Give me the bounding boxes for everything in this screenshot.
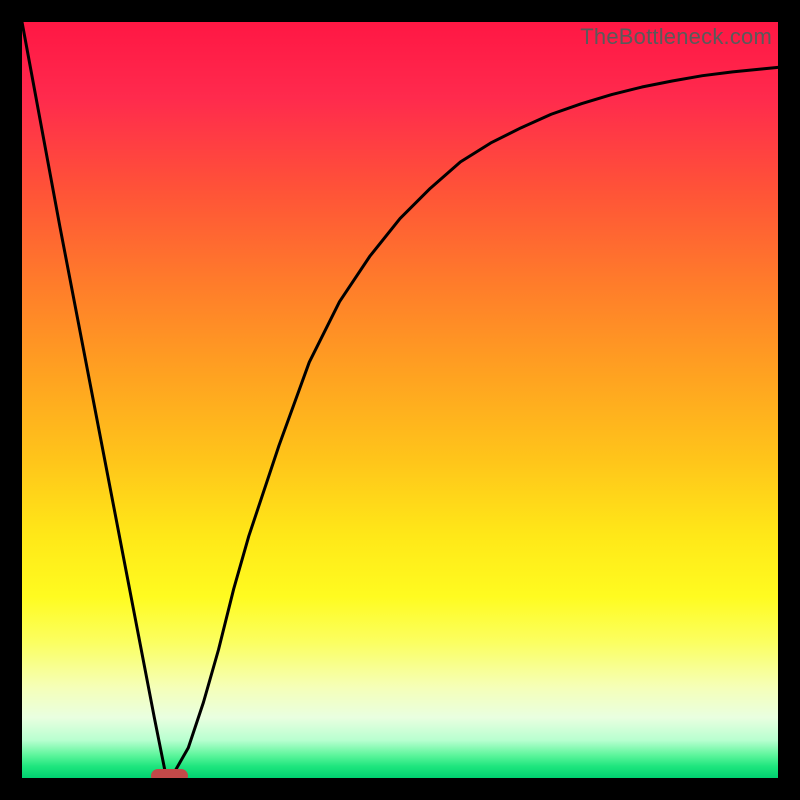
plot-area: TheBottleneck.com bbox=[22, 22, 778, 778]
optimal-point-marker bbox=[151, 769, 189, 778]
chart-frame: TheBottleneck.com bbox=[0, 0, 800, 800]
bottleneck-curve bbox=[22, 22, 778, 774]
curve-layer bbox=[22, 22, 778, 778]
